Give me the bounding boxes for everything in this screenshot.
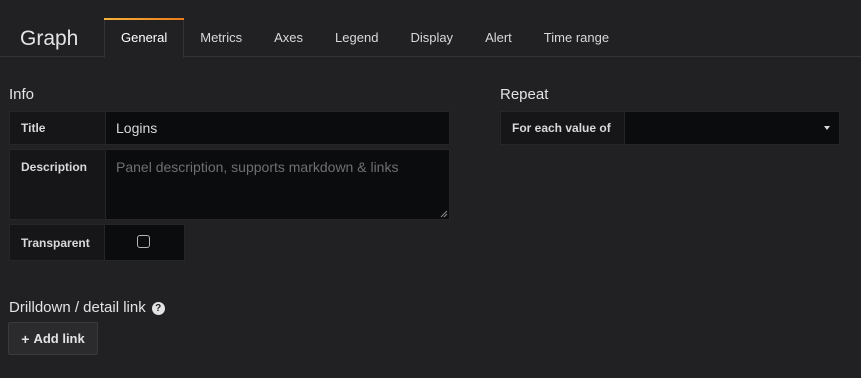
info-section-title: Info: [9, 86, 35, 103]
description-label: Description: [9, 149, 106, 220]
transparent-checkbox[interactable]: [137, 235, 150, 248]
tab-metrics[interactable]: Metrics: [184, 18, 258, 57]
transparent-label: Transparent: [9, 224, 106, 261]
drilldown-section-title: Drilldown / detail link?: [9, 299, 165, 317]
for-each-value-label: For each value of: [500, 111, 625, 145]
description-placeholder: Panel description, supports markdown & l…: [116, 159, 399, 175]
editor-tabs: General Metrics Axes Legend Display Aler…: [104, 18, 625, 58]
add-link-button[interactable]: + Add link: [8, 322, 98, 355]
repeat-variable-select[interactable]: [624, 111, 840, 145]
transparent-switch[interactable]: [104, 224, 185, 261]
tab-general[interactable]: General: [104, 18, 185, 58]
drilldown-title-text: Drilldown / detail link: [9, 299, 146, 316]
tab-axes[interactable]: Axes: [258, 18, 319, 57]
add-link-label: Add link: [33, 331, 85, 346]
repeat-section-title: Repeat: [500, 86, 549, 103]
resize-grip-icon[interactable]: [440, 210, 448, 218]
tab-alert[interactable]: Alert: [469, 18, 528, 57]
tab-legend[interactable]: Legend: [319, 18, 394, 57]
panel-type-title: Graph: [20, 27, 79, 50]
description-textarea[interactable]: Panel description, supports markdown & l…: [105, 149, 450, 220]
panel-editor-header: Graph General Metrics Axes Legend Displa…: [0, 0, 861, 58]
title-label: Title: [9, 111, 106, 145]
tab-time-range[interactable]: Time range: [528, 18, 625, 57]
plus-icon: +: [21, 330, 30, 347]
panel-editor: Graph General Metrics Axes Legend Displa…: [0, 0, 861, 378]
title-input[interactable]: Logins: [105, 111, 450, 145]
question-circle-icon[interactable]: ?: [151, 302, 165, 315]
caret-down-icon: [824, 126, 830, 130]
tab-display[interactable]: Display: [394, 18, 469, 57]
